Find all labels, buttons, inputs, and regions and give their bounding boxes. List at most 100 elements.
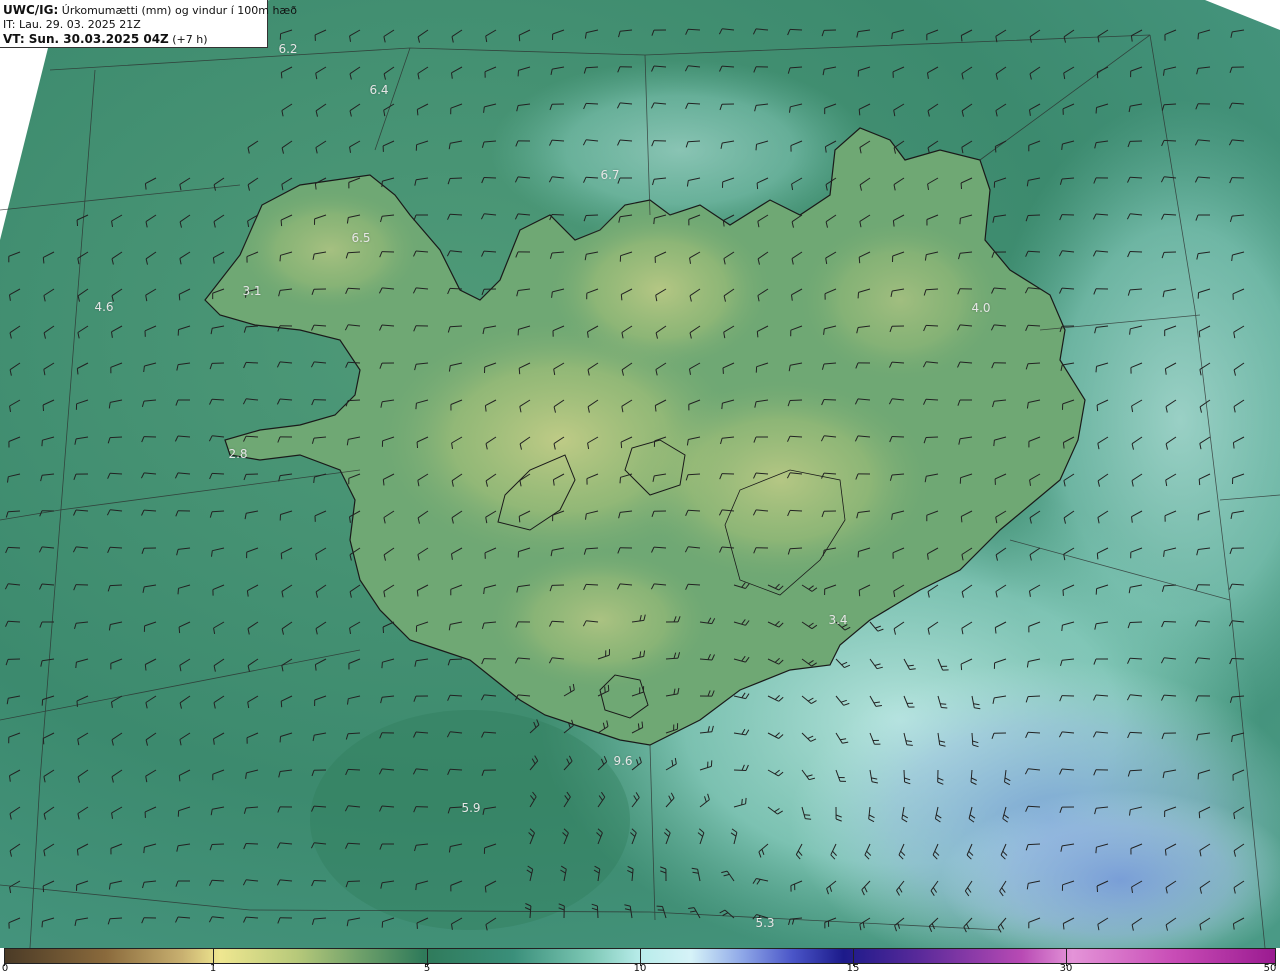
wind-barb-feather: [143, 847, 145, 854]
wind-barb-staff: [925, 436, 939, 438]
wind-barb-feather: [483, 106, 485, 113]
colorbar-tick: 0: [1, 963, 9, 974]
wind-barb-feather: [741, 798, 743, 805]
wind-barb-feather: [993, 440, 995, 447]
wind-barb-feather: [892, 220, 895, 227]
wind-barb-staff: [347, 251, 361, 254]
wind-barb-staff: [585, 583, 599, 586]
init-time: IT: Lau. 29. 03. 2025 21Z: [3, 18, 141, 31]
wind-barb-feather: [804, 814, 811, 816]
wind-barb-staff: [449, 806, 463, 809]
colorbar-tick: 5: [423, 963, 431, 974]
wind-barb-feather: [755, 144, 757, 151]
wind-barb-staff: [1027, 731, 1041, 734]
wind-barb-staff: [1129, 621, 1143, 623]
value-label: 2.8: [228, 447, 248, 461]
wind-barb-staff: [925, 288, 939, 291]
wind-barb-feather: [484, 886, 487, 893]
wind-barb-staff: [109, 472, 123, 475]
wind-barb-feather: [721, 403, 723, 410]
wind-barb-feather: [313, 476, 315, 483]
wind-barb-staff: [733, 769, 747, 771]
wind-barb-feather: [144, 664, 147, 671]
wind-barb-staff: [347, 361, 361, 364]
wind-barb-feather: [1198, 331, 1201, 338]
wind-barb-feather: [607, 684, 610, 691]
wind-barb-feather: [518, 368, 521, 375]
wind-barb-staff: [596, 905, 599, 919]
wind-barb-staff: [109, 436, 123, 439]
wind-barb-feather: [756, 331, 759, 338]
wind-barb-feather: [941, 707, 948, 709]
wind-barb-staff: [585, 214, 599, 216]
wind-barb-staff: [245, 843, 259, 845]
wind-barb-feather: [42, 738, 45, 745]
wind-barb-staff: [109, 584, 123, 587]
colorbar-tick: 10: [633, 963, 647, 974]
wind-barb-feather: [960, 516, 963, 523]
wind-barb-feather: [1095, 366, 1097, 373]
wind-barb-staff: [347, 287, 361, 290]
wind-barb-feather: [382, 479, 385, 486]
wind-barb-feather: [1096, 553, 1099, 560]
wind-barb-feather: [177, 588, 179, 595]
lead-time: (+7 h): [168, 33, 208, 46]
wind-barb-staff: [347, 399, 361, 402]
wind-barb-feather: [1163, 550, 1165, 557]
field-description: Úrkomumætti (mm) og vindur í 100m hæð: [58, 4, 297, 17]
wind-barb-staff: [449, 694, 463, 697]
wind-barb-staff: [1163, 139, 1177, 142]
wind-barb-staff: [1027, 695, 1041, 698]
wind-barb-staff: [585, 102, 599, 105]
wind-barb-staff: [925, 324, 939, 327]
wind-barb-feather: [906, 744, 913, 746]
wind-barb-staff: [1231, 658, 1245, 660]
wind-barb-feather: [314, 183, 317, 190]
precipitation-colorbar: 0 1 5 10 15 30 50: [0, 948, 1280, 978]
wind-barb-staff: [687, 509, 701, 512]
valid-time: VT: Sun. 30.03.2025 04Z: [3, 32, 169, 46]
wind-barb-feather: [994, 146, 997, 153]
wind-barb-feather: [1232, 442, 1235, 449]
wind-barb-staff: [1027, 324, 1041, 327]
wind-barb-feather: [1231, 254, 1233, 262]
wind-barb-feather: [518, 35, 521, 42]
value-label: 6.5: [351, 231, 371, 245]
wind-barb-staff: [1027, 843, 1041, 846]
value-label: 6.2: [278, 42, 298, 56]
wind-barb-staff: [789, 509, 803, 512]
wind-barb-feather: [178, 627, 181, 634]
wind-barb-staff: [823, 399, 837, 401]
wind-barb-feather: [42, 257, 45, 264]
wind-barb-staff: [1027, 250, 1041, 253]
wind-barb-feather: [41, 921, 43, 928]
title-line: UWC/IG: Úrkomumætti (mm) og vindur í 100…: [3, 3, 297, 18]
wind-barb-feather: [1197, 33, 1199, 40]
wind-barb-staff: [687, 583, 701, 586]
colorbar-tick: 15: [846, 963, 860, 974]
wind-barb-feather: [1198, 812, 1201, 819]
wind-barb-feather: [960, 35, 963, 42]
wind-barb-feather: [415, 403, 417, 410]
wind-barb-feather: [178, 775, 181, 782]
wind-barb-feather: [1096, 405, 1099, 412]
wind-barb-feather: [551, 291, 553, 298]
wind-barb-feather: [178, 294, 181, 301]
wind-barb-feather: [905, 740, 912, 742]
wind-barb-staff: [449, 768, 463, 771]
wind-barb-feather: [959, 218, 961, 225]
wind-barb-feather: [756, 183, 759, 190]
wind-barb-feather: [654, 405, 657, 412]
wind-barb-feather: [619, 477, 621, 484]
wind-barb-feather: [604, 686, 606, 693]
wind-barb-staff: [211, 843, 225, 845]
wind-barb-feather: [143, 365, 145, 373]
colorbar-tick: 30: [1059, 963, 1073, 974]
wind-barb-feather: [637, 723, 640, 730]
wind-barb-feather: [1164, 849, 1167, 856]
wind-barb-feather: [42, 886, 45, 893]
wind-barb-staff: [789, 399, 803, 401]
value-label: 3.1: [242, 284, 262, 298]
wind-barb-feather: [1129, 328, 1131, 335]
wind-barb-feather: [76, 368, 79, 375]
